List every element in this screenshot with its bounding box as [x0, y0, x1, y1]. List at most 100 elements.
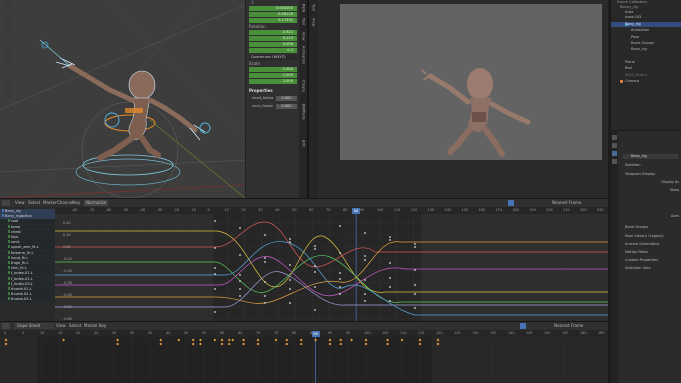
channel-group[interactable]: forearm_fk.L [0, 250, 55, 256]
channel-object[interactable]: Bony_rig [0, 209, 55, 214]
filter-icon[interactable] [520, 323, 526, 329]
area-divider[interactable] [0, 198, 608, 199]
rotation-z-field[interactable]: 0.3 [249, 48, 297, 53]
measure-tool-button[interactable] [5, 80, 12, 87]
skeleton-panel[interactable]: Skeleton [625, 163, 641, 168]
outliner-item[interactable]: Plane [625, 60, 635, 65]
menu-channel[interactable]: Channel [57, 201, 73, 205]
channel-group[interactable]: thumb.03.L [0, 297, 55, 302]
outliner-item-selected[interactable]: Bony_rig [611, 22, 681, 27]
move-tool-button[interactable] [5, 25, 12, 32]
select-tool-button[interactable] [5, 3, 12, 10]
bone-tab-icon[interactable] [612, 159, 617, 164]
outliner-item[interactable]: Camera [625, 79, 639, 84]
outliner-item[interactable]: Scene Collection [617, 0, 647, 5]
tab-view[interactable]: View [301, 32, 306, 41]
rotation-mode-dropdown[interactable]: Quaternion (WXYZ) [249, 55, 297, 60]
modifier-tab-icon[interactable] [612, 143, 617, 148]
viewport-3d[interactable] [0, 0, 245, 198]
tab-bimtools[interactable]: BIMTools [301, 104, 306, 119]
location-x-field[interactable]: 0.000000 [249, 6, 297, 11]
channel-group[interactable]: shin_fk.L [0, 266, 55, 271]
graph-area[interactable]: -80 -70 -60 -50 -40 -30 -20 -10 0 10 20 30 40 50 60 70 8… [55, 207, 608, 321]
neck-follow-field[interactable]: 0.000 [276, 104, 297, 109]
rotate-tool-button[interactable] [5, 36, 12, 43]
menu-key[interactable]: Key [73, 201, 80, 205]
channel-group[interactable]: chest [0, 229, 55, 235]
tab-edit[interactable]: Edit [301, 140, 306, 147]
tab-animation[interactable]: Animation [301, 46, 306, 64]
transform-tool-button[interactable] [5, 58, 12, 65]
tab-view-render[interactable]: View [311, 18, 316, 27]
cursor-tool-button[interactable] [5, 14, 12, 21]
outliner-item[interactable]: Area [625, 10, 633, 15]
channel-group[interactable]: thumb.01.L [0, 287, 55, 292]
menu-marker[interactable]: Marker [84, 324, 98, 328]
rotation-w-field[interactable]: 0.922 [249, 30, 297, 35]
tab-tool-render[interactable]: Tool [311, 4, 316, 11]
editor-type-icon[interactable] [2, 200, 10, 206]
pose-library-panel[interactable]: Pose Library (Legacy) [625, 234, 664, 239]
tab-tool[interactable]: Tool [301, 18, 306, 25]
channel-group[interactable]: f_index.01.L [0, 271, 55, 276]
menu-marker[interactable]: Marker [43, 201, 57, 205]
scale-x-field[interactable]: 1.000 [249, 67, 297, 72]
location-z-field[interactable]: 0.17332 [249, 18, 297, 23]
scale-tool-button[interactable] [5, 47, 12, 54]
motion-paths-panel[interactable]: Motion Paths [625, 250, 648, 255]
channel-group[interactable]: hand_fk.L [0, 255, 55, 261]
outliner-item[interactable]: Rod [625, 66, 632, 71]
channel-group[interactable]: torso [0, 224, 55, 230]
head-follow-field[interactable]: 0.000 [276, 96, 297, 101]
tab-create[interactable]: Create [301, 80, 306, 92]
channel-group[interactable]: thigh_fk.L [0, 261, 55, 266]
bone-tool-button[interactable] [5, 91, 12, 98]
outliner-item[interactable]: Bony_rig [631, 47, 647, 52]
bone-groups-panel[interactable]: Bone Groups [625, 225, 648, 230]
rotation-x-field[interactable]: 0.123 [249, 36, 297, 41]
menu-key[interactable]: Key [99, 324, 106, 328]
tab-item[interactable]: Item [301, 4, 306, 12]
snap-dropdown[interactable]: Nearest Frame [552, 201, 581, 205]
snap-dropdown[interactable]: Nearest Frame [554, 324, 583, 328]
editor-type-icon[interactable] [2, 323, 10, 329]
location-y-field[interactable]: 0.06126 [249, 12, 297, 17]
scale-y-field[interactable]: 1.000 [249, 73, 297, 78]
channel-group[interactable]: f_index.02.L [0, 276, 55, 282]
outliner-item[interactable]: Boney_rig [620, 5, 638, 10]
channel-group[interactable]: thumb.02.L [0, 292, 55, 297]
channel-group[interactable]: upper_arm_fk.L [0, 245, 55, 250]
proportional-edit-icon[interactable] [508, 200, 514, 206]
object-name-field[interactable]: Bony_rig [623, 154, 678, 159]
viewport-display-panel[interactable]: Viewport Display [625, 172, 655, 177]
outliner-item[interactable]: Area.003 [625, 15, 641, 20]
armature-tab-icon[interactable] [612, 151, 617, 156]
channel-action[interactable]: Bony_rigAction [0, 214, 55, 219]
inverse-kinematics-panel[interactable]: Inverse Kinematics [625, 242, 659, 247]
menu-view[interactable]: View [56, 324, 66, 328]
custom-properties-panel[interactable]: Custom Properties [625, 258, 658, 263]
channel-group[interactable]: neck [0, 240, 55, 245]
outliner-item[interactable]: Bone Groups [631, 41, 654, 46]
area-divider[interactable] [307, 0, 309, 198]
outliner-item[interactable]: Pose [631, 35, 639, 40]
object-data-tab-icon[interactable] [612, 135, 617, 140]
menu-select[interactable]: Select [28, 201, 40, 205]
dope-sheet-mode-dropdown[interactable]: Dope Sheet [14, 323, 54, 329]
dope-sheet-area[interactable]: 0510152025303540455055606570758085909510… [0, 330, 608, 383]
normalize-toggle[interactable]: Normalize [84, 200, 109, 206]
outliner-item[interactable]: WGS_Parent [625, 73, 647, 78]
menu-select[interactable]: Select [69, 324, 81, 328]
properties-header[interactable]: Properties [249, 89, 273, 93]
area-divider[interactable] [0, 321, 608, 322]
scale-z-field[interactable]: 1.000 [249, 79, 297, 84]
camera-viewport[interactable]: Tool View [309, 0, 608, 198]
channel-group[interactable]: root [0, 219, 55, 224]
rotation-y-field[interactable]: 0.006 [249, 42, 297, 47]
channel-group[interactable]: hips [0, 235, 55, 240]
annotate-tool-button[interactable] [5, 69, 12, 76]
menu-view[interactable]: View [15, 201, 25, 205]
outliner-item[interactable]: Animation [631, 28, 649, 33]
channel-group[interactable]: f_index.03.L [0, 281, 55, 287]
selection-sets-panel[interactable]: Selection Sets [625, 266, 650, 271]
